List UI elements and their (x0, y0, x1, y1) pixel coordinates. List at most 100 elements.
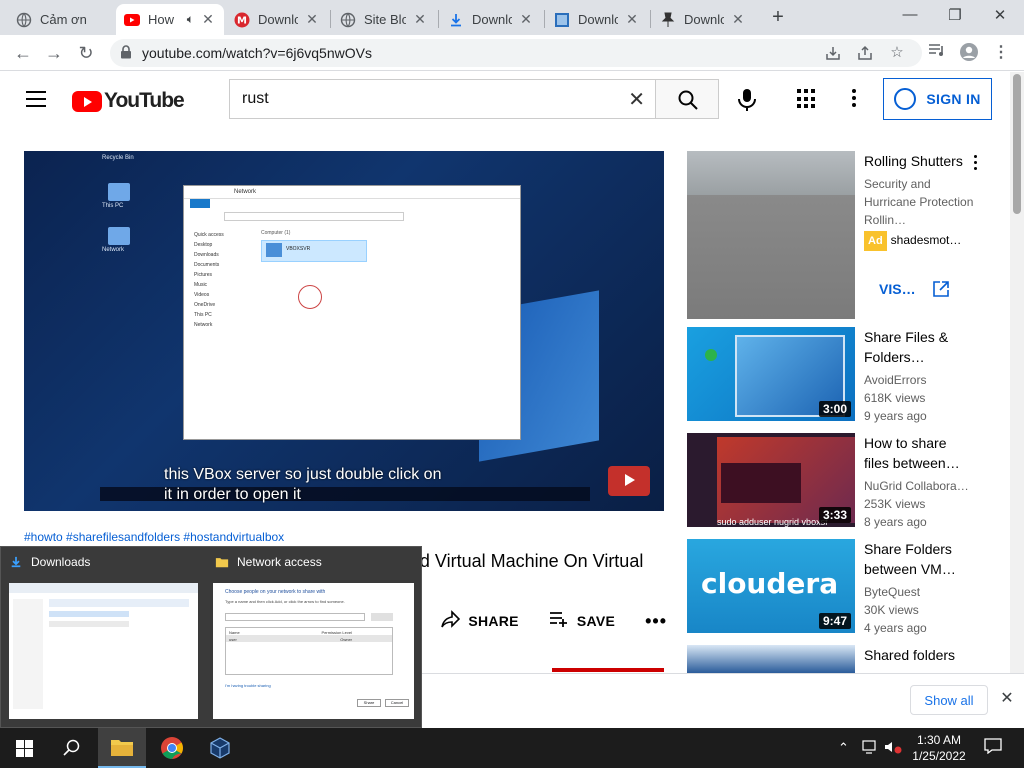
microphone-icon[interactable] (736, 87, 758, 113)
video-title[interactable]: Shared folders (864, 645, 974, 665)
tab-title: Downlo (258, 12, 298, 27)
click-cursor-highlight (298, 285, 322, 309)
ad-menu-icon[interactable] (974, 155, 978, 173)
video-title[interactable]: How to share files between… (864, 433, 974, 473)
install-app-icon[interactable] (824, 45, 842, 61)
scrollbar-thumb[interactable] (1013, 74, 1021, 214)
show-hidden-icons[interactable]: ⌃ (838, 740, 849, 756)
search-button[interactable] (655, 79, 719, 119)
tab-download-1[interactable]: Downlo ✕ (440, 4, 542, 35)
apps-grid-icon[interactable] (797, 89, 817, 109)
sidebar-video-4[interactable]: Shared folders (687, 645, 1007, 673)
network-status-icon[interactable] (862, 740, 880, 757)
close-tab-icon[interactable]: ✕ (518, 11, 534, 28)
video-info: Share Files & Folders… AvoidErrors 618K … (864, 327, 974, 425)
video-thumbnail[interactable] (687, 645, 855, 673)
sign-in-button[interactable]: SIGN IN (883, 78, 992, 120)
ad-badge: Ad (864, 231, 887, 251)
sidebar-video-1[interactable]: 3:00 Share Files & Folders… AvoidErrors … (687, 327, 1007, 423)
bookmark-star-icon[interactable]: ☆ (888, 45, 906, 61)
tab-mega[interactable]: M Downlo ✕ (226, 4, 328, 35)
taskbar-file-explorer[interactable] (98, 728, 146, 768)
preview-title: Downloads (31, 555, 91, 569)
close-tab-icon[interactable]: ✕ (200, 11, 216, 28)
taskbar-virtualbox[interactable] (196, 728, 244, 768)
sidebar-video-3[interactable]: cloudera 9:47 Share Folders between VM… … (687, 539, 1007, 635)
speaker-icon[interactable]: 🔈︎ (187, 12, 194, 27)
caption-line-1: this VBox server so just double click on (164, 466, 442, 483)
tab-title: Downlo (684, 12, 724, 27)
show-all-downloads-button[interactable]: Show all (910, 685, 988, 715)
restore-button[interactable]: ❐ (945, 6, 965, 24)
explorer-nav: Quick access Desktop Downloads Documents… (194, 232, 224, 328)
close-tab-icon[interactable]: ✕ (412, 11, 428, 28)
tab-download-3[interactable]: Downlo ✕ (652, 4, 754, 35)
close-download-bar-icon[interactable]: ✕ (997, 688, 1017, 708)
hamburger-menu-icon[interactable] (26, 91, 46, 107)
ad-info: Rolling Shutters Security and Hurricane … (864, 151, 974, 251)
profile-avatar-icon[interactable] (958, 42, 980, 64)
video-thumbnail[interactable]: sudo adduser nugrid vboxsf 3:33 (687, 433, 855, 527)
start-button[interactable] (0, 728, 48, 768)
settings-kebab-icon[interactable] (852, 89, 858, 109)
preview-network-access[interactable]: Network access Choose people on your net… (207, 547, 421, 729)
tab-site-blocker[interactable]: Site Blo ✕ (332, 4, 436, 35)
ad-title[interactable]: Rolling Shutters (864, 151, 974, 171)
video-hashtags[interactable]: #howto #sharefilesandfolders #hostandvir… (24, 530, 284, 544)
channel-name[interactable]: ByteQuest (864, 583, 974, 601)
video-title[interactable]: Share Files & Folders… (864, 327, 974, 367)
taskbar-search-button[interactable] (48, 728, 96, 768)
network-folder-icon (215, 558, 229, 568)
more-actions-button[interactable]: ••• (645, 611, 667, 632)
notifications-icon[interactable] (984, 738, 1002, 757)
explorer-title: Network (184, 186, 520, 199)
thumbnail-text: cloudera (701, 567, 839, 600)
sign-in-label: SIGN IN (926, 91, 981, 107)
channel-name[interactable]: AvoidErrors (864, 371, 974, 389)
search-input[interactable]: rust ✕ (229, 79, 655, 119)
close-tab-icon[interactable]: ✕ (624, 11, 640, 28)
explorer-selected-label: VBOXSVR (286, 246, 311, 252)
tab-download-2[interactable]: Downlo ✕ (546, 4, 648, 35)
minimize-button[interactable]: — (900, 6, 920, 23)
video-info: How to share files between… NuGrid Colla… (864, 433, 974, 531)
taskbar-chrome[interactable] (148, 728, 196, 768)
save-button[interactable]: SAVE (549, 611, 615, 632)
sidebar-ad[interactable]: Rolling Shutters Security and Hurricane … (687, 151, 1007, 319)
reload-button[interactable]: ↻ (75, 42, 97, 64)
channel-name[interactable]: NuGrid Collabora… (864, 477, 974, 495)
youtube-logo[interactable]: YouTube (72, 89, 185, 113)
new-tab-button[interactable]: + (768, 6, 788, 29)
back-button[interactable]: ← (12, 42, 34, 64)
video-player[interactable]: Recycle Bin This PC Network Network Quic… (24, 151, 664, 511)
video-thumbnail[interactable]: cloudera 9:47 (687, 539, 855, 633)
close-tab-icon[interactable]: ✕ (730, 11, 746, 28)
visit-advertiser-button[interactable]: VIS… (864, 271, 970, 307)
sidebar-video-2[interactable]: sudo adduser nugrid vboxsf 3:33 How to s… (687, 433, 1007, 529)
video-thumbnail[interactable]: 3:00 (687, 327, 855, 421)
youtube-header: YouTube rust ✕ SIGN IN (0, 72, 1010, 128)
lock-icon (120, 45, 134, 61)
forward-button[interactable]: → (43, 42, 65, 64)
close-window-button[interactable]: ✕ (990, 6, 1010, 24)
close-tab-icon[interactable]: ✕ (304, 11, 320, 28)
open-external-icon (932, 281, 949, 297)
clock-date: 1/25/2022 (912, 749, 966, 763)
mega-icon: M (234, 12, 250, 28)
view-count: 30K views (864, 603, 919, 617)
subscribe-watermark[interactable] (608, 466, 650, 496)
tab-youtube-active[interactable]: How 🔈︎ ✕ (116, 4, 224, 35)
browser-menu-icon[interactable]: ⋮ (990, 42, 1012, 64)
media-control-icon[interactable] (926, 42, 948, 64)
video-title[interactable]: Share Folders between VM… (864, 539, 974, 579)
share-page-icon[interactable] (856, 45, 874, 61)
preview-downloads[interactable]: Downloads (1, 547, 205, 729)
clear-search-icon[interactable]: ✕ (628, 87, 645, 112)
tab-cam-on[interactable]: Cảm ơn (8, 4, 116, 35)
share-button[interactable]: SHARE (440, 609, 519, 633)
ad-thumbnail[interactable] (687, 151, 855, 319)
page-scrollbar[interactable] (1010, 72, 1024, 673)
system-clock[interactable]: 1:30 AM 1/25/2022 (904, 732, 974, 764)
address-bar[interactable]: youtube.com/watch?v=6j6vq5nwOVs ☆ (110, 39, 922, 67)
volume-muted-icon[interactable] (884, 740, 902, 757)
